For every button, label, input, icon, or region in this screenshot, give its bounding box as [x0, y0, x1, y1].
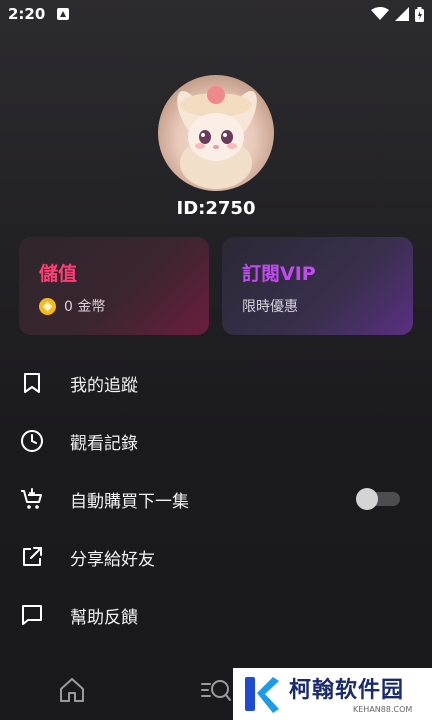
auto-purchase-toggle[interactable] [356, 488, 400, 510]
feedback-icon [22, 605, 42, 625]
system-icons [371, 6, 424, 22]
coin-balance-text: 0 金幣 [64, 299, 106, 315]
cart-icon [21, 488, 42, 509]
home-icon[interactable] [58, 676, 86, 704]
vip-card[interactable]: 訂閱VIP 限時優惠 [222, 237, 413, 335]
menu-label: 分享給好友 [70, 549, 155, 570]
status-bar: 2:20 [0, 0, 432, 30]
watermark-subtext: KEHAN88.COM [353, 705, 413, 714]
menu-list: 我的追蹤 觀看記錄 自動購買下一集 分享給好友 幫助反饋 [0, 354, 432, 644]
avatar[interactable] [158, 75, 274, 191]
watermark: 柯翰软件园 KEHAN88.COM [233, 668, 432, 720]
coin-icon [39, 297, 56, 315]
vip-subtitle: 限時優惠 [242, 299, 298, 315]
menu-item-following[interactable]: 我的追蹤 [0, 354, 432, 412]
coin-balance: 0 金幣 [39, 296, 189, 316]
topup-title: 儲值 [39, 263, 78, 285]
avatar-bunny-illustration [177, 86, 257, 189]
menu-item-share[interactable]: 分享給好友 [0, 528, 432, 586]
bookmark-icon [24, 373, 40, 393]
watermark-logo-icon [245, 677, 279, 713]
menu-item-feedback[interactable]: 幫助反饋 [0, 586, 432, 644]
menu-item-history[interactable]: 觀看記錄 [0, 412, 432, 470]
menu-label: 我的追蹤 [70, 375, 138, 396]
wifi-icon [371, 7, 389, 20]
menu-item-auto-purchase[interactable]: 自動購買下一集 [0, 470, 432, 528]
share-icon [23, 547, 42, 566]
vip-title: 訂閱VIP [242, 263, 316, 285]
notification-icon [57, 8, 69, 20]
watermark-text: 柯翰软件园 [289, 678, 405, 703]
search-icon[interactable] [200, 676, 232, 704]
status-time: 2:20 [8, 5, 46, 23]
clock-icon [21, 430, 43, 452]
topup-card[interactable]: 儲值 0 金幣 [19, 237, 209, 335]
toggle-knob [356, 488, 378, 510]
user-id: ID:2750 [176, 198, 256, 219]
menu-label: 幫助反饋 [70, 607, 138, 628]
signal-icon [395, 7, 409, 21]
menu-label: 觀看記錄 [70, 433, 138, 454]
menu-label: 自動購買下一集 [70, 491, 189, 512]
battery-icon [415, 6, 424, 22]
